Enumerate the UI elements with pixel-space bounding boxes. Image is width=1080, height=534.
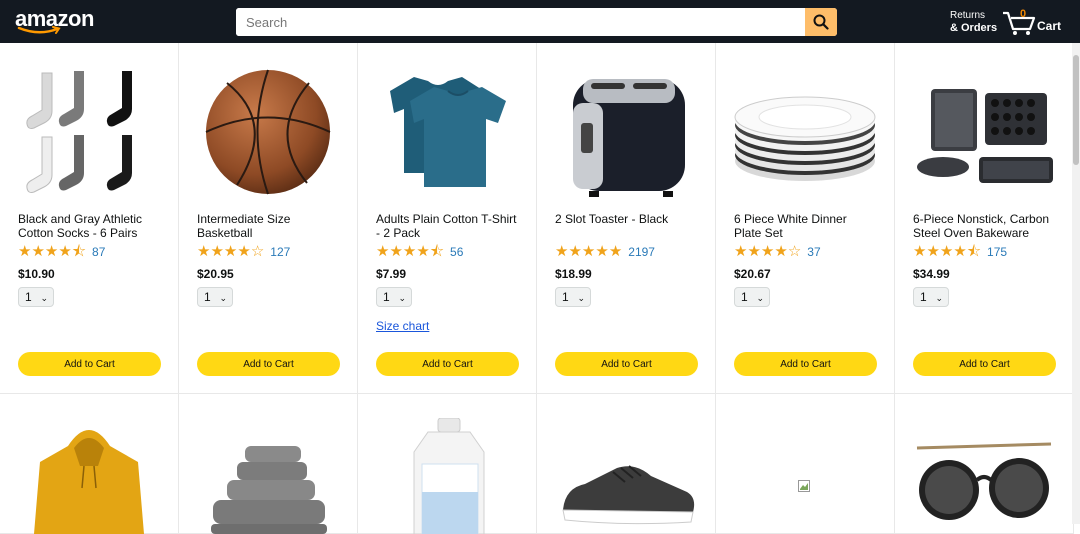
review-count[interactable]: 37 [807,245,820,259]
product-card [358,394,537,534]
add-to-cart-button[interactable]: Add to Cart [734,352,877,376]
quantity-value: 1 [204,290,211,304]
star-rating-icon: ★ ★ ★ ★ ★ [555,243,623,260]
product-grid: Black and Gray Athletic Cotton Socks - 6… [0,43,1074,534]
product-price: $18.99 [555,267,592,281]
add-to-cart-button[interactable]: Add to Cart [18,352,161,376]
chevron-down-icon: ⌄ [40,293,48,303]
quantity-select[interactable]: 1 ⌄ [555,287,591,307]
add-to-cart-button[interactable]: Add to Cart [376,352,519,376]
returns-orders-link[interactable]: Returns & Orders [950,10,997,34]
star-rating-icon: ★ ★ ★ ★ ⯪ [18,243,87,260]
smile-arrow-icon [17,26,61,34]
sneaker-image [562,465,695,525]
chevron-down-icon: ⌄ [219,293,227,303]
product-title[interactable]: Intermediate Size Basketball [197,212,340,240]
chevron-down-icon: ⌄ [756,293,764,303]
quantity-select[interactable]: 1 ⌄ [18,287,54,307]
product-card: 6 Piece White Dinner Plate Set ★ ★ ★ ★ ☆ 37 … [716,43,895,394]
hoodie-image [34,430,144,534]
broken-image-icon [798,480,810,492]
size-chart-link[interactable]: Size chart [376,319,429,333]
product-card: 6-Piece Nonstick, Carbon Steel Oven Bake… [895,43,1074,394]
review-count[interactable]: 2197 [628,245,655,259]
product-card: Adults Plain Cotton T-Shirt - 2 Pack ★ ★ ★… [358,43,537,394]
quantity-value: 1 [920,290,927,304]
product-card [179,394,358,534]
star-rating-icon: ★ ★ ★ ★ ☆ [197,243,265,260]
quantity-value: 1 [741,290,748,304]
product-rating[interactable]: ★ ★ ★ ★ ⯪ 175 [913,244,1007,260]
star-rating-icon: ★ ★ ★ ★ ⯪ [376,243,445,260]
detergent-image [413,418,485,534]
sunglasses-image [916,442,1052,520]
product-title[interactable]: Adults Plain Cotton T-Shirt - 2 Pack [376,212,519,240]
search-input[interactable] [236,8,805,36]
plates-image [734,96,876,181]
quantity-select[interactable]: 1 ⌄ [376,287,412,307]
product-card [716,394,895,534]
product-rating[interactable]: ★ ★ ★ ★ ★ 2197 [555,244,655,260]
review-count[interactable]: 87 [92,245,105,259]
product-price: $10.90 [18,267,55,281]
review-count[interactable]: 127 [270,245,290,259]
cart-link[interactable]: 0 Cart [1002,6,1062,38]
star-rating-icon: ★ ★ ★ ★ ⯪ [913,243,982,260]
quantity-value: 1 [383,290,390,304]
towels-image [211,446,327,534]
product-rating[interactable]: ★ ★ ★ ★ ☆ 127 [197,244,290,260]
basketball-image [205,69,331,195]
product-title[interactable]: 2 Slot Toaster - Black [555,212,698,240]
star-rating-icon: ★ ★ ★ ★ ☆ [734,243,802,260]
product-title[interactable]: 6 Piece White Dinner Plate Set [734,212,877,240]
product-price: $20.67 [734,267,771,281]
quantity-select[interactable]: 1 ⌄ [197,287,233,307]
product-title[interactable]: 6-Piece Nonstick, Carbon Steel Oven Bake… [913,212,1056,240]
product-price: $7.99 [376,267,407,281]
quantity-value: 1 [562,290,569,304]
page-scrollbar[interactable] [1072,43,1080,524]
quantity-select[interactable]: 1 ⌄ [913,287,949,307]
tshirt-image [390,77,506,187]
product-price: $20.95 [197,267,234,281]
quantity-value: 1 [25,290,32,304]
scrollbar-thumb[interactable] [1073,55,1079,165]
product-rating[interactable]: ★ ★ ★ ★ ☆ 37 [734,244,821,260]
add-to-cart-button[interactable]: Add to Cart [197,352,340,376]
top-nav-bar: amazon Returns & Orders 0 Cart [0,0,1080,43]
orders-label: & Orders [950,22,998,34]
search-bar [236,8,837,36]
product-card: 2 Slot Toaster - Black ★ ★ ★ ★ ★ 2197 $18.99… [537,43,716,394]
product-card: Intermediate Size Basketball ★ ★ ★ ★ ☆ 127 $… [179,43,358,394]
chevron-down-icon: ⌄ [398,293,406,303]
toaster-image [573,79,685,197]
amazon-logo[interactable]: amazon [15,6,94,36]
product-card [537,394,716,534]
search-icon [813,14,829,30]
cart-label: Cart [1037,19,1062,33]
review-count[interactable]: 56 [450,245,463,259]
chevron-down-icon: ⌄ [935,293,943,303]
add-to-cart-button[interactable]: Add to Cart [913,352,1056,376]
cart-icon [1003,11,1036,35]
chevron-down-icon: ⌄ [577,293,585,303]
product-price: $34.99 [913,267,950,281]
add-to-cart-button[interactable]: Add to Cart [555,352,698,376]
product-rating[interactable]: ★ ★ ★ ★ ⯪ 87 [18,244,105,260]
cart-count: 0 [1020,8,1027,20]
socks-image [26,71,132,193]
product-card [895,394,1074,534]
search-button[interactable] [805,8,837,36]
review-count[interactable]: 175 [987,245,1007,259]
bakeware-image [917,89,1053,183]
product-card: Black and Gray Athletic Cotton Socks - 6… [0,43,179,394]
quantity-select[interactable]: 1 ⌄ [734,287,770,307]
product-card [0,394,179,534]
returns-label: Returns [950,10,986,21]
product-rating[interactable]: ★ ★ ★ ★ ⯪ 56 [376,244,463,260]
product-title[interactable]: Black and Gray Athletic Cotton Socks - 6… [18,212,161,240]
